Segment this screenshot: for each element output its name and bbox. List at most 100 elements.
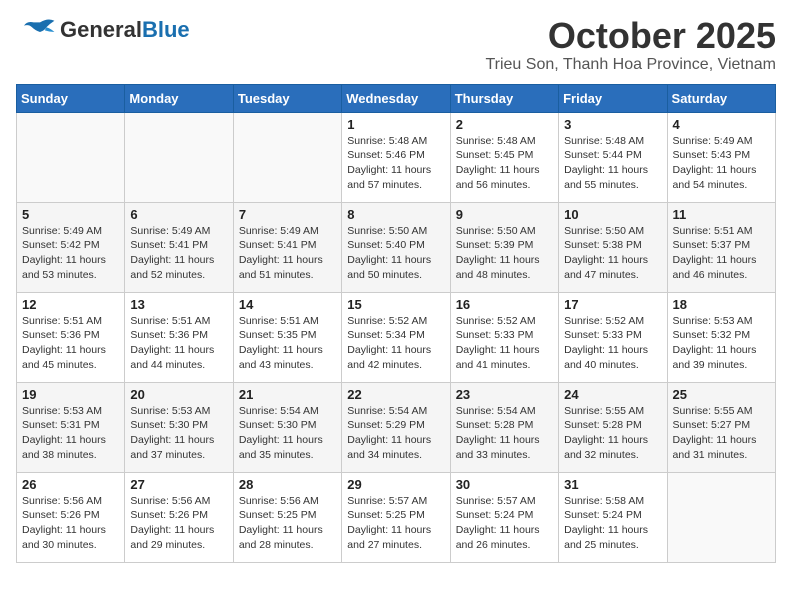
- day-info: Sunrise: 5:56 AM Sunset: 5:25 PM Dayligh…: [239, 494, 336, 553]
- calendar-cell: 26 Sunrise: 5:56 AM Sunset: 5:26 PM Dayli…: [17, 472, 125, 562]
- day-info: Sunrise: 5:50 AM Sunset: 5:38 PM Dayligh…: [564, 224, 661, 283]
- day-number: 13: [130, 297, 227, 312]
- col-header-thursday: Thursday: [450, 84, 558, 112]
- day-number: 31: [564, 477, 661, 492]
- calendar-cell: 14Sunrise: 5:51 AM Sunset: 5:35 PM Dayli…: [233, 292, 341, 382]
- day-info: Sunrise: 5:51 AM Sunset: 5:36 PM Dayligh…: [22, 314, 119, 373]
- calendar-cell: 16 Sunrise: 5:52 AM Sunset: 5:33 PM Dayli…: [450, 292, 558, 382]
- day-number: 5: [22, 207, 119, 222]
- day-number: 4: [673, 117, 770, 132]
- calendar-week-row: 26 Sunrise: 5:56 AM Sunset: 5:26 PM Dayli…: [17, 472, 776, 562]
- day-number: 16: [456, 297, 553, 312]
- logo-general-text: General: [60, 17, 142, 42]
- day-info: Sunrise: 5:51 AM Sunset: 5:35 PM Dayligh…: [239, 314, 336, 373]
- day-info: Sunrise: 5:54 AM Sunset: 5:30 PM Dayligh…: [239, 404, 336, 463]
- day-number: 1: [347, 117, 444, 132]
- calendar-cell: 31 Sunrise: 5:58 AM Sunset: 5:24 PM Dayli…: [559, 472, 667, 562]
- calendar-cell: [667, 472, 775, 562]
- calendar-cell: 9 Sunrise: 5:50 AM Sunset: 5:39 PM Daylig…: [450, 202, 558, 292]
- calendar-cell: [17, 112, 125, 202]
- day-number: 11: [673, 207, 770, 222]
- day-number: 25: [673, 387, 770, 402]
- calendar-cell: 4 Sunrise: 5:49 AM Sunset: 5:43 PM Daylig…: [667, 112, 775, 202]
- location-title: Trieu Son, Thanh Hoa Province, Vietnam: [485, 56, 776, 74]
- day-number: 15: [347, 297, 444, 312]
- day-number: 6: [130, 207, 227, 222]
- day-info: Sunrise: 5:53 AM Sunset: 5:31 PM Dayligh…: [22, 404, 119, 463]
- col-header-wednesday: Wednesday: [342, 84, 450, 112]
- day-number: 7: [239, 207, 336, 222]
- calendar-week-row: 19 Sunrise: 5:53 AM Sunset: 5:31 PM Dayli…: [17, 382, 776, 472]
- calendar-cell: 3 Sunrise: 5:48 AM Sunset: 5:44 PM Daylig…: [559, 112, 667, 202]
- day-number: 19: [22, 387, 119, 402]
- day-info: Sunrise: 5:52 AM Sunset: 5:33 PM Dayligh…: [456, 314, 553, 373]
- day-number: 8: [347, 207, 444, 222]
- day-info: Sunrise: 5:58 AM Sunset: 5:24 PM Dayligh…: [564, 494, 661, 553]
- day-number: 21: [239, 387, 336, 402]
- day-info: Sunrise: 5:51 AM Sunset: 5:36 PM Dayligh…: [130, 314, 227, 373]
- col-header-monday: Monday: [125, 84, 233, 112]
- calendar-cell: 30 Sunrise: 5:57 AM Sunset: 5:24 PM Dayli…: [450, 472, 558, 562]
- calendar-table: SundayMondayTuesdayWednesdayThursdayFrid…: [16, 84, 776, 563]
- day-info: Sunrise: 5:55 AM Sunset: 5:27 PM Dayligh…: [673, 404, 770, 463]
- calendar-cell: 23 Sunrise: 5:54 AM Sunset: 5:28 PM Dayli…: [450, 382, 558, 472]
- day-number: 3: [564, 117, 661, 132]
- day-number: 17: [564, 297, 661, 312]
- day-info: Sunrise: 5:48 AM Sunset: 5:46 PM Dayligh…: [347, 134, 444, 193]
- calendar-cell: 2 Sunrise: 5:48 AM Sunset: 5:45 PM Daylig…: [450, 112, 558, 202]
- calendar-cell: 27 Sunrise: 5:56 AM Sunset: 5:26 PM Dayli…: [125, 472, 233, 562]
- day-info: Sunrise: 5:50 AM Sunset: 5:39 PM Dayligh…: [456, 224, 553, 283]
- day-number: 23: [456, 387, 553, 402]
- calendar-week-row: 5 Sunrise: 5:49 AM Sunset: 5:42 PM Daylig…: [17, 202, 776, 292]
- day-info: Sunrise: 5:53 AM Sunset: 5:30 PM Dayligh…: [130, 404, 227, 463]
- calendar-cell: 7 Sunrise: 5:49 AM Sunset: 5:41 PM Daylig…: [233, 202, 341, 292]
- day-number: 26: [22, 477, 119, 492]
- calendar-header-row: SundayMondayTuesdayWednesdayThursdayFrid…: [17, 84, 776, 112]
- calendar-cell: 22 Sunrise: 5:54 AM Sunset: 5:29 PM Dayli…: [342, 382, 450, 472]
- day-number: 30: [456, 477, 553, 492]
- calendar-cell: 25 Sunrise: 5:55 AM Sunset: 5:27 PM Dayli…: [667, 382, 775, 472]
- calendar-cell: 29Sunrise: 5:57 AM Sunset: 5:25 PM Dayli…: [342, 472, 450, 562]
- day-number: 9: [456, 207, 553, 222]
- day-info: Sunrise: 5:57 AM Sunset: 5:24 PM Dayligh…: [456, 494, 553, 553]
- calendar-cell: 13 Sunrise: 5:51 AM Sunset: 5:36 PM Dayli…: [125, 292, 233, 382]
- calendar-cell: 20 Sunrise: 5:53 AM Sunset: 5:30 PM Dayli…: [125, 382, 233, 472]
- calendar-cell: 8 Sunrise: 5:50 AM Sunset: 5:40 PM Daylig…: [342, 202, 450, 292]
- day-number: 18: [673, 297, 770, 312]
- calendar-cell: 18 Sunrise: 5:53 AM Sunset: 5:32 PM Dayli…: [667, 292, 775, 382]
- day-info: Sunrise: 5:49 AM Sunset: 5:41 PM Dayligh…: [239, 224, 336, 283]
- day-info: Sunrise: 5:49 AM Sunset: 5:42 PM Dayligh…: [22, 224, 119, 283]
- calendar-cell: 10 Sunrise: 5:50 AM Sunset: 5:38 PM Dayli…: [559, 202, 667, 292]
- calendar-cell: [233, 112, 341, 202]
- calendar-cell: 17Sunrise: 5:52 AM Sunset: 5:33 PM Dayli…: [559, 292, 667, 382]
- day-info: Sunrise: 5:50 AM Sunset: 5:40 PM Dayligh…: [347, 224, 444, 283]
- day-info: Sunrise: 5:48 AM Sunset: 5:45 PM Dayligh…: [456, 134, 553, 193]
- day-number: 12: [22, 297, 119, 312]
- header: GeneralBlue October 2025 Trieu Son, Than…: [16, 16, 776, 74]
- day-number: 10: [564, 207, 661, 222]
- day-info: Sunrise: 5:54 AM Sunset: 5:28 PM Dayligh…: [456, 404, 553, 463]
- day-info: Sunrise: 5:56 AM Sunset: 5:26 PM Dayligh…: [130, 494, 227, 553]
- day-number: 20: [130, 387, 227, 402]
- day-info: Sunrise: 5:49 AM Sunset: 5:41 PM Dayligh…: [130, 224, 227, 283]
- day-info: Sunrise: 5:57 AM Sunset: 5:25 PM Dayligh…: [347, 494, 444, 553]
- month-title: October 2025: [485, 16, 776, 56]
- calendar-cell: 12 Sunrise: 5:51 AM Sunset: 5:36 PM Dayli…: [17, 292, 125, 382]
- calendar-cell: 28 Sunrise: 5:56 AM Sunset: 5:25 PM Dayli…: [233, 472, 341, 562]
- col-header-sunday: Sunday: [17, 84, 125, 112]
- day-number: 28: [239, 477, 336, 492]
- day-number: 2: [456, 117, 553, 132]
- calendar-cell: 24Sunrise: 5:55 AM Sunset: 5:28 PM Dayli…: [559, 382, 667, 472]
- day-number: 27: [130, 477, 227, 492]
- calendar-cell: 5 Sunrise: 5:49 AM Sunset: 5:42 PM Daylig…: [17, 202, 125, 292]
- day-number: 22: [347, 387, 444, 402]
- calendar-cell: 19 Sunrise: 5:53 AM Sunset: 5:31 PM Dayli…: [17, 382, 125, 472]
- day-info: Sunrise: 5:49 AM Sunset: 5:43 PM Dayligh…: [673, 134, 770, 193]
- day-info: Sunrise: 5:54 AM Sunset: 5:29 PM Dayligh…: [347, 404, 444, 463]
- col-header-friday: Friday: [559, 84, 667, 112]
- calendar-cell: 6 Sunrise: 5:49 AM Sunset: 5:41 PM Daylig…: [125, 202, 233, 292]
- day-info: Sunrise: 5:48 AM Sunset: 5:44 PM Dayligh…: [564, 134, 661, 193]
- day-info: Sunrise: 5:56 AM Sunset: 5:26 PM Dayligh…: [22, 494, 119, 553]
- calendar-week-row: 1 Sunrise: 5:48 AM Sunset: 5:46 PM Daylig…: [17, 112, 776, 202]
- day-info: Sunrise: 5:53 AM Sunset: 5:32 PM Dayligh…: [673, 314, 770, 373]
